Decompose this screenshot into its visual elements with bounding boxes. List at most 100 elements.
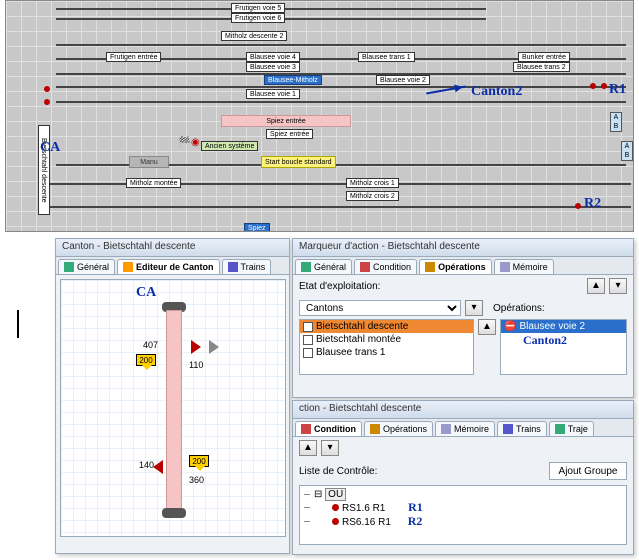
condition-icon — [301, 424, 311, 434]
side-vertical-label: Bietschtahl descente — [38, 125, 50, 215]
tabs: Général Condition Opérations Mémoire — [293, 257, 633, 275]
track-label: Spiez entrée — [266, 129, 313, 139]
tree-node-root[interactable]: ⊟ OU — [302, 488, 624, 501]
marker-value: 140 — [139, 460, 154, 470]
tab-general[interactable]: Général — [295, 259, 352, 274]
tree-node[interactable]: RS1.6 R1 R1 — [302, 501, 624, 515]
red-marker-icon[interactable] — [191, 340, 201, 354]
list-item[interactable]: Blausee trans 1 — [300, 346, 473, 359]
canton-editor-panel: Canton - Bietschtahl descente Général Ed… — [55, 238, 290, 554]
dropdown-button[interactable]: ▾ — [609, 278, 627, 294]
dropdown-button[interactable]: ▾ — [465, 300, 483, 316]
editor-icon — [123, 262, 133, 272]
canton-canvas[interactable]: CA 407 200 110 140 200 360 — [60, 279, 286, 537]
trains-icon — [228, 262, 238, 272]
track-label: Mitholz descente 2 — [221, 31, 287, 41]
signal-dot — [601, 83, 607, 89]
tab-operations[interactable]: Opérations — [419, 259, 492, 274]
general-icon — [301, 262, 311, 272]
annotation-r2: R2 — [408, 514, 423, 528]
list-item[interactable]: ⛔Blausee voie 2 — [501, 320, 626, 333]
control-tree[interactable]: ⊟ OU RS1.6 R1 R1 RS6.16 R1 R2 — [299, 485, 627, 545]
memory-icon — [500, 262, 510, 272]
tab-trains[interactable]: Trains — [222, 259, 272, 274]
list-item[interactable]: Bietschtahl montée — [300, 333, 473, 346]
condition-icon — [360, 262, 370, 272]
track-label: Blausee voie 1 — [246, 89, 300, 99]
track-label: Frutigen entrée — [106, 52, 161, 62]
dropdown-button[interactable]: ▾ — [321, 440, 339, 456]
red-marker-icon[interactable] — [153, 460, 163, 474]
manu-button[interactable]: Manu — [129, 156, 169, 168]
text-cursor — [17, 310, 19, 338]
operations-icon — [370, 424, 380, 434]
tab-trains[interactable]: Trains — [497, 421, 547, 436]
track-label: Blausee voie 4 — [246, 52, 300, 62]
action-condition-panel: ction - Bietschtahl descente Condition O… — [292, 400, 634, 555]
annotation-canton2: Canton2 — [501, 333, 626, 348]
track-label: Mitholz crois 1 — [346, 178, 399, 188]
memory-icon — [441, 424, 451, 434]
track-label: Blausee trans 1 — [358, 52, 415, 62]
tab-operations[interactable]: Opérations — [364, 421, 433, 436]
cantons-listbox[interactable]: Bietschtahl descente Bietschtahl montée … — [299, 319, 474, 375]
general-icon — [64, 262, 74, 272]
track-label: Frutigen voie 6 — [231, 13, 285, 23]
track-label-selected[interactable]: Blausee-Mitholz — [264, 75, 322, 85]
flag-icon: 🏁 — [178, 137, 190, 148]
stop-icon: ⛔ — [504, 321, 516, 332]
track-label: Blausee voie 3 — [246, 62, 300, 72]
annotation-ca: CA — [136, 285, 156, 301]
track-label: Bunker entrée — [518, 52, 570, 62]
cantons-combo[interactable]: Cantons — [299, 300, 461, 316]
tabs: Condition Opérations Mémoire Trains Traj… — [293, 419, 633, 437]
track-label-pink: Spiez entrée — [221, 115, 351, 127]
collapse-button[interactable]: ▲ — [587, 278, 605, 294]
signal-dot — [44, 99, 50, 105]
track-label: Blausee trans 2 — [513, 62, 570, 72]
start-boucle[interactable]: Start boucle standard — [261, 156, 336, 168]
panel-title: Canton - Bietschtahl descente — [56, 239, 289, 257]
checkbox[interactable] — [303, 322, 313, 332]
track-label: Mitholz crois 2 — [346, 191, 399, 201]
marker-value: 110 — [189, 360, 203, 370]
scroll-up-button[interactable]: ▲ — [478, 319, 496, 335]
speed-shield[interactable]: 200 — [189, 455, 209, 467]
track-diagram[interactable]: Frutigen voie 5 Frutigen voie 6 Mitholz … — [5, 0, 634, 232]
speed-shield[interactable]: 200 — [136, 354, 156, 366]
tab-traje[interactable]: Traje — [549, 421, 594, 436]
operations-label: Opérations: — [493, 303, 545, 314]
trains-icon — [503, 424, 513, 434]
operations-listbox[interactable]: ⛔Blausee voie 2 Canton2 — [500, 319, 627, 375]
tab-condition[interactable]: Condition — [295, 421, 362, 436]
panel-title: ction - Bietschtahl descente — [293, 401, 633, 419]
track-label-green: Ancien système — [201, 141, 258, 151]
checkbox[interactable] — [303, 335, 313, 345]
panel-title: Marqueur d'action - Bietschtahl descente — [293, 239, 633, 257]
track-label: Mitholz montée — [126, 178, 181, 188]
tab-editor[interactable]: Editeur de Canton — [117, 259, 220, 274]
marker-value: 360 — [189, 475, 204, 485]
traje-icon — [555, 424, 565, 434]
liste-label: Liste de Contrôle: — [299, 466, 389, 477]
track-label: Blausee voie 2 — [376, 75, 430, 85]
block-end-bottom[interactable] — [162, 508, 186, 518]
signal-dot — [44, 86, 50, 92]
tab-general[interactable]: Général — [58, 259, 115, 274]
signal-dot — [575, 203, 581, 209]
etat-label: Etat d'exploitation: — [299, 281, 389, 292]
checkbox[interactable] — [303, 348, 313, 358]
block-bar[interactable] — [166, 310, 182, 510]
tree-node[interactable]: RS6.16 R1 R2 — [302, 515, 624, 529]
ab-indicator: A B — [621, 141, 633, 161]
ab-indicator: A B — [610, 112, 622, 132]
gray-marker-icon[interactable] — [209, 340, 219, 354]
tab-memoire[interactable]: Mémoire — [494, 259, 554, 274]
tab-memoire[interactable]: Mémoire — [435, 421, 495, 436]
tabs: Général Editeur de Canton Trains — [56, 257, 289, 275]
list-item[interactable]: Bietschtahl descente — [300, 320, 473, 333]
collapse-button[interactable]: ▲ — [299, 440, 317, 456]
bullet-icon — [332, 504, 339, 511]
ajout-groupe-button[interactable]: Ajout Groupe — [549, 462, 627, 480]
tab-condition[interactable]: Condition — [354, 259, 417, 274]
